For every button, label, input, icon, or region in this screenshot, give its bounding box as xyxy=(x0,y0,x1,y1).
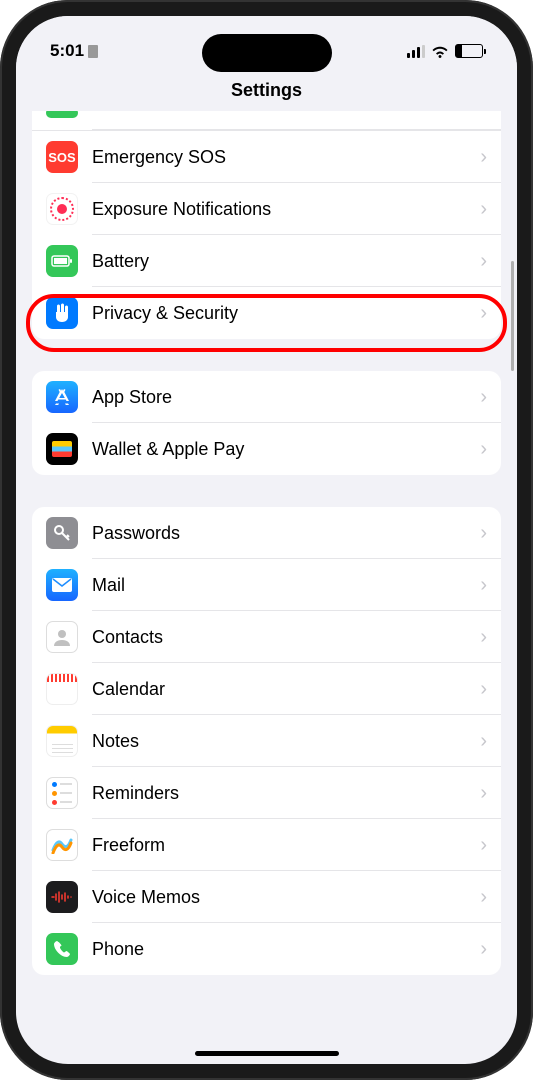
home-indicator[interactable] xyxy=(195,1051,339,1056)
wifi-icon xyxy=(431,45,449,58)
settings-content[interactable]: SOS Emergency SOS › Exposure Notificatio… xyxy=(16,111,517,1059)
chevron-right-icon: › xyxy=(480,834,487,857)
row-label: Phone xyxy=(92,939,480,960)
row-label: Freeform xyxy=(92,835,480,856)
scrollbar[interactable] xyxy=(511,261,514,371)
row-label: Wallet & Apple Pay xyxy=(92,439,480,460)
status-time: 5:01 xyxy=(50,41,98,61)
row-label: Battery xyxy=(92,251,480,272)
row-label: Voice Memos xyxy=(92,887,480,908)
settings-section-apps: Passwords › Mail › Contacts › xyxy=(32,507,501,975)
cellular-icon xyxy=(407,45,425,58)
phone-frame: 5:01 24 Settings xyxy=(0,0,533,1080)
phone-icon xyxy=(46,933,78,965)
voice-memo-icon xyxy=(46,881,78,913)
hand-icon xyxy=(46,297,78,329)
row-label: App Store xyxy=(92,387,480,408)
row-voice-memos[interactable]: Voice Memos › xyxy=(32,871,501,923)
row-app-store[interactable]: App Store › xyxy=(32,371,501,423)
row-label: Privacy & Security xyxy=(92,303,480,324)
row-passwords[interactable]: Passwords › xyxy=(32,507,501,559)
row-calendar[interactable]: Calendar › xyxy=(32,663,501,715)
settings-section-store: App Store › Wallet & Apple Pay › xyxy=(32,371,501,475)
appstore-icon xyxy=(46,381,78,413)
chevron-right-icon: › xyxy=(480,574,487,597)
chevron-right-icon: › xyxy=(480,730,487,753)
row-label: Notes xyxy=(92,731,480,752)
time-text: 5:01 xyxy=(50,41,84,61)
row-mail[interactable]: Mail › xyxy=(32,559,501,611)
row-phone[interactable]: Phone › xyxy=(32,923,501,975)
lock-icon xyxy=(88,45,98,58)
contacts-icon xyxy=(46,621,78,653)
chevron-right-icon: › xyxy=(480,678,487,701)
row-contacts[interactable]: Contacts › xyxy=(32,611,501,663)
page-title: Settings xyxy=(16,80,517,101)
row-notes[interactable]: Notes › xyxy=(32,715,501,767)
chevron-right-icon: › xyxy=(480,438,487,461)
chevron-right-icon: › xyxy=(480,626,487,649)
row-emergency-sos[interactable]: SOS Emergency SOS › xyxy=(32,131,501,183)
row-label: Calendar xyxy=(92,679,480,700)
chevron-right-icon: › xyxy=(480,886,487,909)
battery-icon: 24 xyxy=(455,44,483,58)
row-label: Emergency SOS xyxy=(92,147,480,168)
chevron-right-icon: › xyxy=(480,522,487,545)
exposure-icon xyxy=(46,193,78,225)
row-label: Passwords xyxy=(92,523,480,544)
chevron-right-icon: › xyxy=(480,386,487,409)
row-partial-top[interactable] xyxy=(32,111,501,131)
row-privacy-security[interactable]: Privacy & Security › xyxy=(32,287,501,339)
sos-icon: SOS xyxy=(46,141,78,173)
mail-icon xyxy=(46,569,78,601)
notes-icon xyxy=(46,725,78,757)
settings-section-general: SOS Emergency SOS › Exposure Notificatio… xyxy=(32,111,501,339)
row-label: Exposure Notifications xyxy=(92,199,480,220)
chevron-right-icon: › xyxy=(480,250,487,273)
wallet-icon xyxy=(46,433,78,465)
row-label: Contacts xyxy=(92,627,480,648)
chevron-right-icon: › xyxy=(480,146,487,169)
partial-icon xyxy=(46,111,78,118)
row-label: Mail xyxy=(92,575,480,596)
key-icon xyxy=(46,517,78,549)
freeform-icon xyxy=(46,829,78,861)
row-exposure-notifications[interactable]: Exposure Notifications › xyxy=(32,183,501,235)
nav-header: Settings xyxy=(16,72,517,111)
status-right: 24 xyxy=(407,44,483,58)
battery-settings-icon xyxy=(46,245,78,277)
row-reminders[interactable]: Reminders › xyxy=(32,767,501,819)
row-battery[interactable]: Battery › xyxy=(32,235,501,287)
row-label: Reminders xyxy=(92,783,480,804)
phone-screen: 5:01 24 Settings xyxy=(16,16,517,1064)
chevron-right-icon: › xyxy=(480,302,487,325)
chevron-right-icon: › xyxy=(480,198,487,221)
reminders-icon xyxy=(46,777,78,809)
chevron-right-icon: › xyxy=(480,782,487,805)
row-wallet[interactable]: Wallet & Apple Pay › xyxy=(32,423,501,475)
calendar-icon xyxy=(46,673,78,705)
chevron-right-icon: › xyxy=(480,938,487,961)
row-freeform[interactable]: Freeform › xyxy=(32,819,501,871)
battery-percent: 24 xyxy=(463,46,474,57)
dynamic-island xyxy=(202,34,332,72)
